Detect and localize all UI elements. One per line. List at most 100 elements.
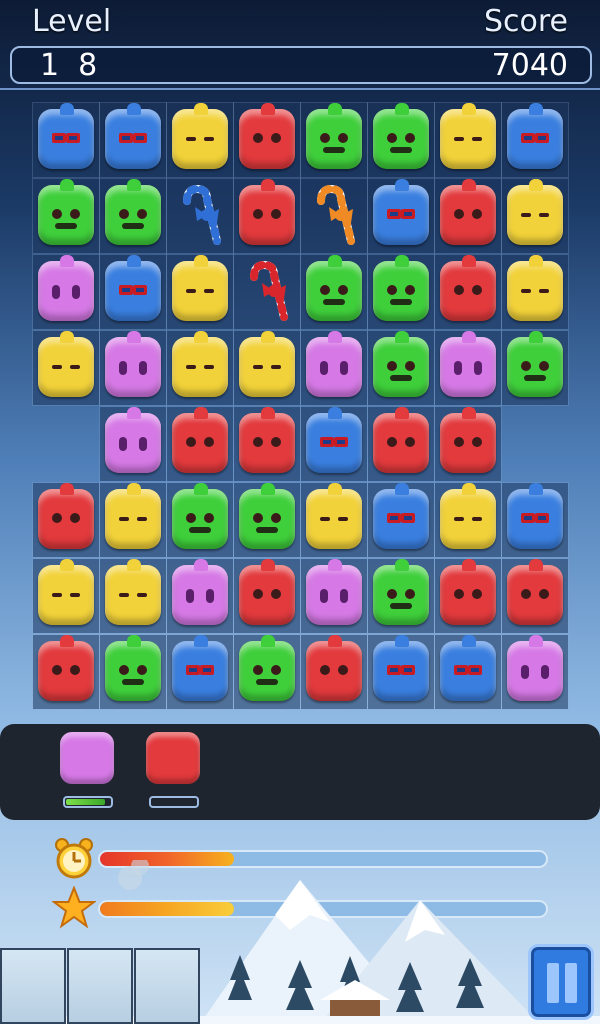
booster-piece [60,732,114,784]
piece-eye [521,289,531,293]
board-cell[interactable] [166,558,234,634]
piece-eye [52,209,62,219]
yellow-block-piece [440,483,496,549]
piece-eye [253,437,263,447]
board-cell[interactable] [434,102,502,178]
board-cell[interactable] [32,482,100,558]
green-block-piece [373,331,429,397]
board-cell[interactable] [166,178,234,254]
piece-eye [52,365,62,369]
board-cell[interactable] [233,330,301,406]
board-cell[interactable] [233,406,301,482]
board-cell[interactable] [501,102,569,178]
board-cell[interactable] [300,178,368,254]
red-block-piece [239,559,295,625]
board-cell[interactable] [501,558,569,634]
board-cell[interactable] [32,634,100,710]
piece-eye [454,361,462,375]
piece-eye [70,513,80,523]
board-cell[interactable] [367,178,435,254]
board-cell[interactable] [300,634,368,710]
board-cell[interactable] [367,330,435,406]
board-cell[interactable] [367,634,435,710]
piece-mustache [323,147,345,153]
board-cell[interactable] [99,330,167,406]
board-cell[interactable] [99,406,167,482]
piece-eye [72,285,80,299]
red-block-piece [440,179,496,245]
board-cell[interactable] [300,330,368,406]
board-cell[interactable] [367,102,435,178]
piece-eye [521,213,531,217]
board-cell[interactable] [99,634,167,710]
board-cell[interactable] [233,634,301,710]
board-cell[interactable] [32,254,100,330]
booster-slot-2[interactable] [146,732,202,808]
piece-eye [454,437,464,447]
board-cell[interactable] [367,254,435,330]
board-cell[interactable] [434,178,502,254]
board-cell[interactable] [233,482,301,558]
board-cell[interactable] [501,178,569,254]
piece-eye [320,133,330,143]
board-cell[interactable] [32,330,100,406]
board-cell[interactable] [434,254,502,330]
board-cell[interactable] [166,102,234,178]
piece-eye [186,513,196,523]
piece-eye [401,209,415,219]
board-cell[interactable] [233,178,301,254]
board-cell[interactable] [99,102,167,178]
piece-eye [52,133,66,143]
board-cell[interactable] [99,178,167,254]
piece-eye [119,593,129,597]
board-cell[interactable] [367,406,435,482]
piece-eye [186,137,196,141]
pink-block-piece [507,635,563,701]
board-cell[interactable] [434,330,502,406]
board-cell[interactable] [32,558,100,634]
board-cell[interactable] [166,634,234,710]
board-cell[interactable] [300,406,368,482]
board-cell[interactable] [32,178,100,254]
scene-thumbnail-2 [67,948,133,1024]
board-cell[interactable] [501,254,569,330]
board-cell[interactable] [32,102,100,178]
piece-eye [521,133,535,143]
board-cell[interactable] [367,558,435,634]
board-cell[interactable] [166,406,234,482]
board-cell[interactable] [300,558,368,634]
board-cell[interactable] [233,102,301,178]
board-cell[interactable] [233,558,301,634]
piece-eye [70,365,80,369]
board-cell[interactable] [434,406,502,482]
board-cell[interactable] [434,482,502,558]
board-cell[interactable] [501,330,569,406]
board-cell[interactable] [300,254,368,330]
board-cell[interactable] [166,254,234,330]
board-cell[interactable] [434,558,502,634]
piece-eye [387,589,397,599]
board-cell[interactable] [99,558,167,634]
board-cell[interactable] [501,634,569,710]
board-cell[interactable] [99,482,167,558]
pause-button[interactable] [528,944,594,1020]
green-block-piece [105,179,161,245]
board-cell[interactable] [166,482,234,558]
board-cell[interactable] [99,254,167,330]
game-board[interactable] [32,102,569,710]
board-cell[interactable] [300,482,368,558]
board-cell[interactable] [367,482,435,558]
piece-mustache [55,223,77,229]
piece-eye [204,289,214,293]
board-cell[interactable] [166,330,234,406]
board-cell[interactable] [233,254,301,330]
booster-charge-meter [149,796,199,808]
piece-eye [521,361,531,371]
piece-eye [253,365,263,369]
piece-eye [119,285,133,295]
board-cell[interactable] [501,482,569,558]
piece-eye [401,665,415,675]
board-cell[interactable] [434,634,502,710]
booster-slot-1[interactable] [60,732,116,808]
board-cell[interactable] [300,102,368,178]
